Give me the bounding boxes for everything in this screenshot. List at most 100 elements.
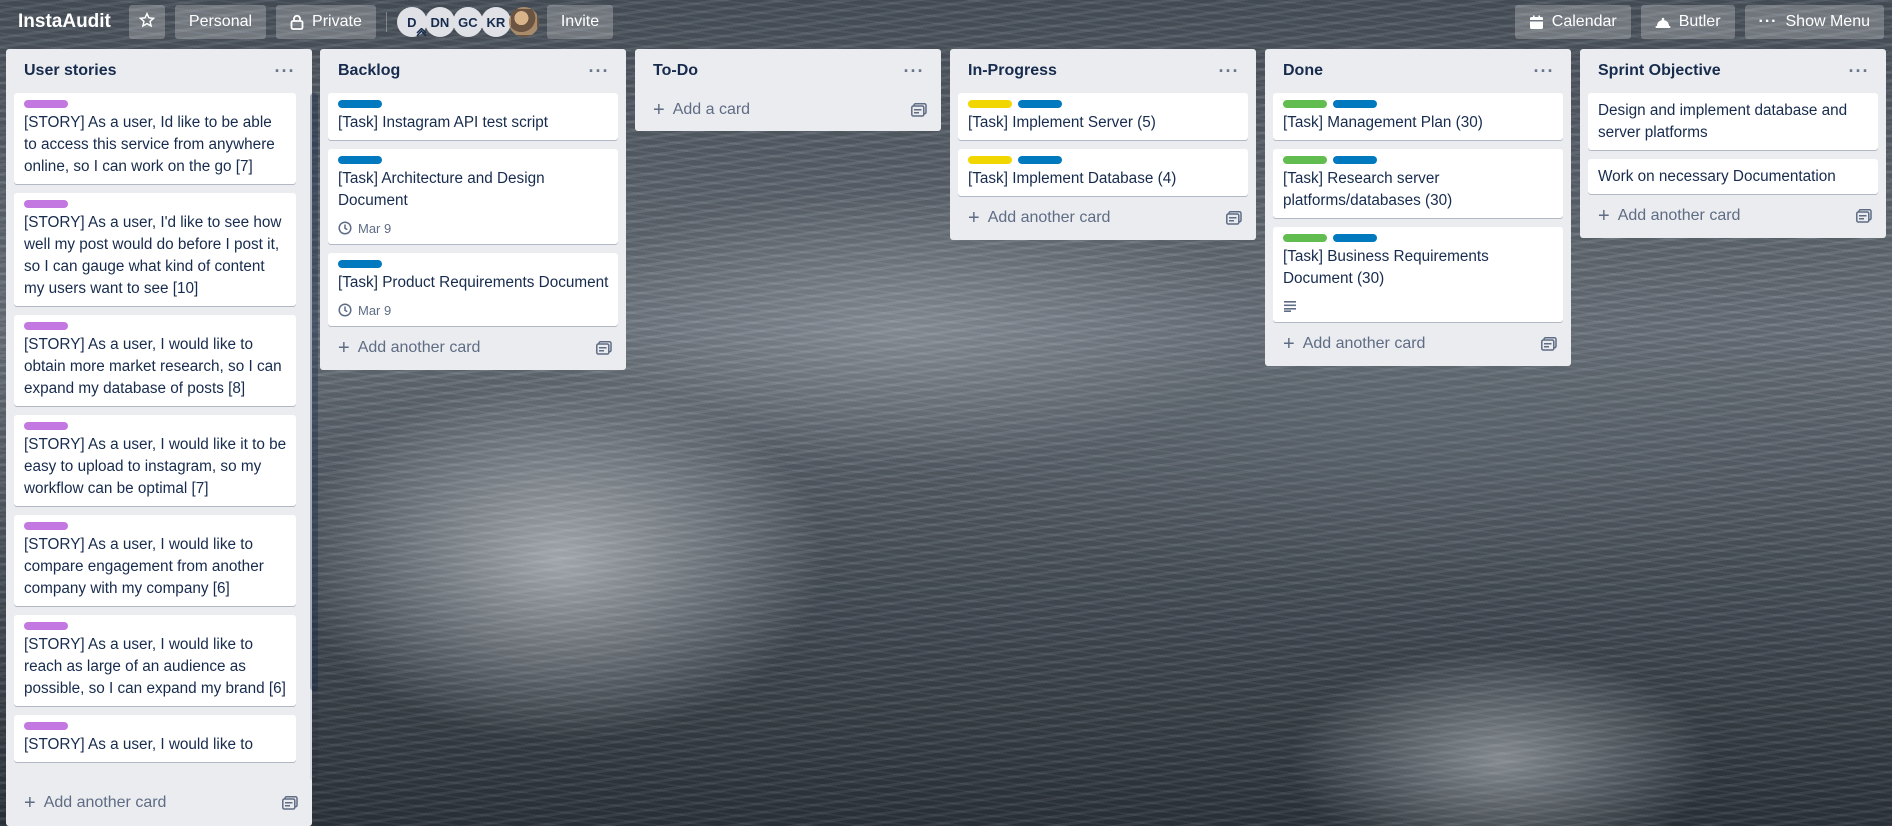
list-title[interactable]: Backlog xyxy=(338,62,400,80)
clock-icon xyxy=(338,221,352,235)
label-blue xyxy=(338,156,382,164)
list-menu-ellipsis-icon[interactable]: ··· xyxy=(899,61,929,82)
list-menu-ellipsis-icon[interactable]: ··· xyxy=(270,61,300,82)
due-date: Mar 9 xyxy=(358,302,392,318)
card-title: [Task] Architecture and Design Document xyxy=(338,170,545,209)
avatar[interactable]: KR xyxy=(480,7,511,37)
card[interactable]: [Task] Implement Server (5) xyxy=(958,93,1248,140)
show-menu-button[interactable]: ··· Show Menu xyxy=(1744,5,1884,39)
card[interactable]: [STORY] As a user, I would like to reach… xyxy=(14,615,296,706)
list-title[interactable]: Done xyxy=(1283,62,1323,80)
card[interactable]: [Task] Management Plan (30) xyxy=(1273,93,1563,140)
card[interactable]: [Task] Product Requirements Document Mar… xyxy=(328,253,618,326)
add-card-button[interactable]: + Add another card xyxy=(338,338,480,358)
label-green xyxy=(1283,100,1327,108)
card-template-icon[interactable] xyxy=(1856,209,1872,223)
avatar[interactable]: DN xyxy=(424,7,455,37)
add-card-row: + Add another card xyxy=(958,196,1248,240)
card-title: [STORY] As a user, I would like to obtai… xyxy=(24,336,282,397)
add-card-row: + Add a card xyxy=(643,89,933,131)
butler-button[interactable]: Butler xyxy=(1640,5,1735,39)
list-header: In-Progress ··· xyxy=(958,49,1248,93)
list-title[interactable]: User stories xyxy=(24,62,117,80)
card-title: [STORY] As a user, I would like to compa… xyxy=(24,536,264,597)
avatar-initials: GC xyxy=(458,14,478,30)
label-blue xyxy=(338,100,382,108)
add-card-button[interactable]: + Add another card xyxy=(1283,334,1425,354)
card-template-icon[interactable] xyxy=(911,103,927,117)
list-title[interactable]: In-Progress xyxy=(968,62,1057,80)
card-template-icon[interactable] xyxy=(596,341,612,355)
personal-team-button[interactable]: Personal xyxy=(174,5,267,39)
label-green xyxy=(1283,156,1327,164)
add-card-row: + Add another card xyxy=(1273,322,1563,366)
card-title: [Task] Implement Database (4) xyxy=(968,170,1177,187)
list-menu-ellipsis-icon[interactable]: ··· xyxy=(1529,61,1559,82)
card-template-icon[interactable] xyxy=(282,796,298,810)
card[interactable]: [STORY] As a user, I would like it to be… xyxy=(14,415,296,506)
add-card-row: + Add another card xyxy=(1588,194,1878,238)
add-card-button[interactable]: + Add another card xyxy=(1598,206,1740,226)
avatar[interactable]: D xyxy=(396,7,427,37)
list-menu-ellipsis-icon[interactable]: ··· xyxy=(1844,61,1874,82)
card-title: [Task] Research server platforms/databas… xyxy=(1283,170,1453,209)
board-title[interactable]: InstaAudit xyxy=(18,11,111,33)
list-scrollbar[interactable] xyxy=(310,93,318,781)
avatar-initials: KR xyxy=(486,14,506,30)
calendar-button[interactable]: Calendar xyxy=(1514,5,1631,39)
list-title[interactable]: Sprint Objective xyxy=(1598,62,1721,80)
label-purple xyxy=(24,322,68,330)
add-card-label: Add another card xyxy=(1617,207,1741,224)
list-title[interactable]: To-Do xyxy=(653,62,698,80)
list-cards-scroll[interactable]: [STORY] As a user, Id like to be able to… xyxy=(14,93,304,781)
card[interactable]: [STORY] As a user, I'd like to see how w… xyxy=(14,193,296,306)
label-blue xyxy=(1018,100,1062,108)
list-backlog: Backlog ··· [Task] Instagram API test sc… xyxy=(320,49,626,370)
label-purple xyxy=(24,200,68,208)
avatar[interactable]: GC xyxy=(452,7,483,37)
add-card-row: + Add another card xyxy=(14,781,304,825)
card[interactable]: [STORY] As a user, I would like to xyxy=(14,715,296,762)
card[interactable]: [Task] Business Requirements Document (3… xyxy=(1273,227,1563,322)
plus-icon: + xyxy=(653,99,665,121)
add-card-button[interactable]: + Add another card xyxy=(968,208,1110,228)
list-header: Done ··· xyxy=(1273,49,1563,93)
label-purple xyxy=(24,722,68,730)
card-stack: [Task] Implement Server (5) [Task] Imple… xyxy=(958,93,1248,196)
plus-icon: + xyxy=(24,792,36,814)
card-title: [STORY] As a user, I would like to xyxy=(24,736,253,753)
list-menu-ellipsis-icon[interactable]: ··· xyxy=(1214,61,1244,82)
list-in-progress: In-Progress ··· [Task] Implement Server … xyxy=(950,49,1256,240)
card[interactable]: [Task] Architecture and Design Document … xyxy=(328,149,618,244)
card[interactable]: [Task] Implement Database (4) xyxy=(958,149,1248,196)
plus-icon: + xyxy=(338,337,350,359)
card-template-icon[interactable] xyxy=(1541,337,1557,351)
label-yellow xyxy=(968,156,1012,164)
card[interactable]: Design and implement database and server… xyxy=(1588,93,1878,150)
star-button[interactable] xyxy=(128,5,165,39)
label-blue xyxy=(1333,100,1377,108)
card-title: [Task] Product Requirements Document xyxy=(338,274,609,291)
label-blue xyxy=(1333,234,1377,242)
board-header: InstaAudit Personal Private D DN GC KR I… xyxy=(0,0,1892,44)
card[interactable]: [STORY] As a user, I would like to obtai… xyxy=(14,315,296,406)
card[interactable]: Work on necessary Documentation xyxy=(1588,159,1878,194)
visibility-button[interactable]: Private xyxy=(276,5,376,39)
invite-button[interactable]: Invite xyxy=(546,5,614,39)
add-card-button[interactable]: + Add another card xyxy=(24,793,166,813)
card[interactable]: [STORY] As a user, I would like to compa… xyxy=(14,515,296,606)
card-title: [STORY] As a user, I would like it to be… xyxy=(24,436,287,497)
calendar-label: Calendar xyxy=(1551,13,1617,30)
add-card-button[interactable]: + Add a card xyxy=(653,100,750,120)
description-icon xyxy=(1283,300,1297,312)
list-header: To-Do ··· xyxy=(643,49,933,93)
card-stack: [STORY] As a user, Id like to be able to… xyxy=(14,93,304,762)
card-template-icon[interactable] xyxy=(1226,211,1242,225)
card[interactable]: [STORY] As a user, Id like to be able to… xyxy=(14,93,296,184)
card[interactable]: [Task] Instagram API test script xyxy=(328,93,618,140)
star-icon xyxy=(138,11,156,33)
avatar-photo[interactable] xyxy=(508,7,539,37)
scrollbar-thumb[interactable] xyxy=(310,93,318,691)
list-menu-ellipsis-icon[interactable]: ··· xyxy=(584,61,614,82)
card[interactable]: [Task] Research server platforms/databas… xyxy=(1273,149,1563,218)
